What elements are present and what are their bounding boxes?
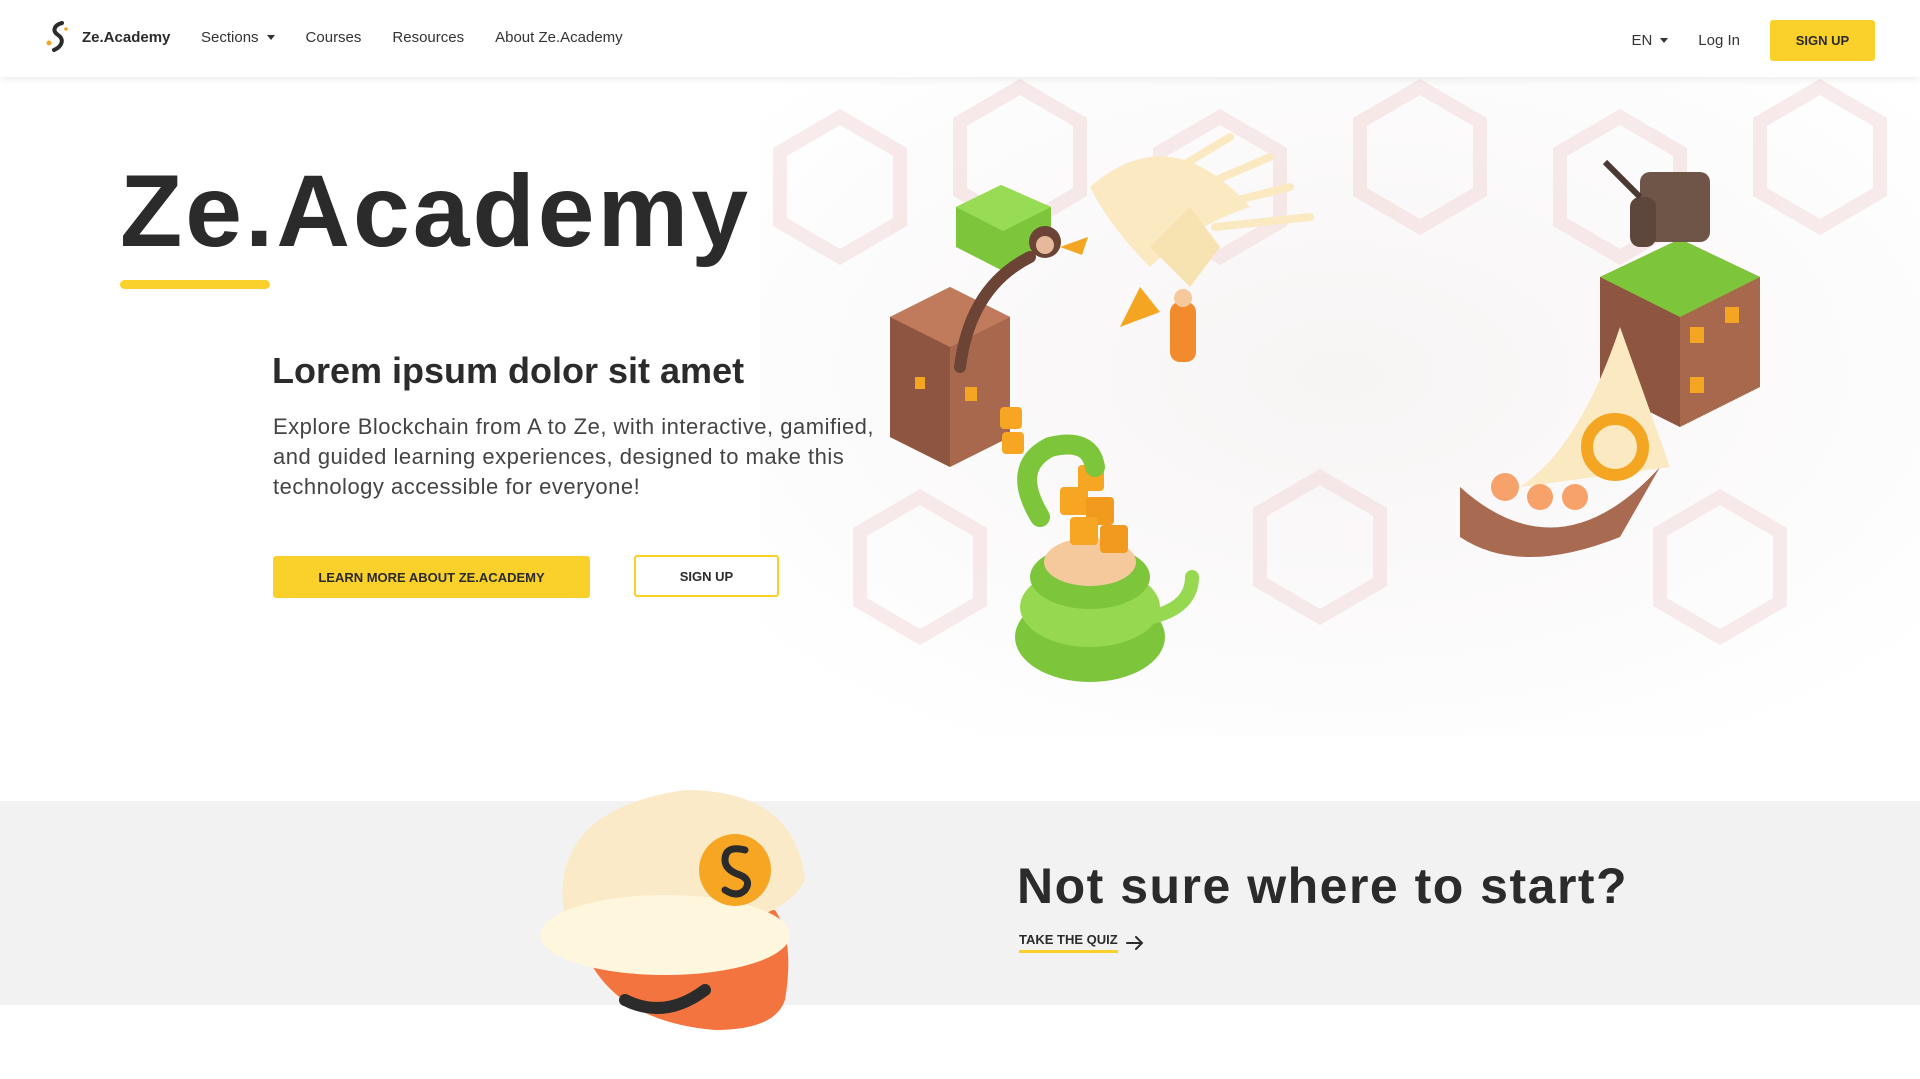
main-menu: Sections Courses Resources About Ze.Acad… bbox=[201, 29, 623, 46]
chevron-down-icon bbox=[266, 35, 275, 40]
nav-resources-label: Resources bbox=[392, 29, 465, 46]
hero-description: Explore Blockchain from A to Ze, with in… bbox=[273, 414, 875, 499]
take-quiz-link[interactable]: TAKE THE QUIZ bbox=[1019, 932, 1144, 953]
title-underline bbox=[120, 280, 270, 289]
nav-courses-label: Courses bbox=[305, 29, 362, 46]
section2-title: Not sure where to start? bbox=[1017, 858, 1629, 914]
nav-resources[interactable]: Resources bbox=[392, 29, 464, 46]
arrow-right-icon bbox=[1125, 935, 1144, 950]
nav-about-label: About Ze.Academy bbox=[495, 29, 623, 46]
nav-actions: EN Log In SIGN UP bbox=[1631, 20, 1875, 61]
hero-title: Ze.Academy bbox=[120, 154, 751, 268]
nav-signup-button[interactable]: SIGN UP bbox=[1770, 20, 1875, 61]
nav-sections-label: Sections bbox=[201, 29, 259, 46]
language-selector[interactable]: EN bbox=[1631, 32, 1669, 49]
learn-more-button[interactable]: LEARN MORE ABOUT ZE.ACADEMY bbox=[273, 556, 590, 598]
top-nav: Ze.Academy Sections Courses Resources Ab… bbox=[0, 0, 1920, 77]
hero-signup-button[interactable]: SIGN UP bbox=[634, 555, 779, 597]
nav-sections[interactable]: Sections bbox=[201, 29, 275, 46]
hardhat-character bbox=[505, 770, 825, 1040]
nav-courses[interactable]: Courses bbox=[306, 29, 362, 46]
hero-subtitle: Lorem ipsum dolor sit amet bbox=[272, 350, 745, 391]
chevron-down-icon bbox=[1660, 38, 1669, 43]
quiz-section bbox=[0, 801, 1920, 1005]
hardhat-character-icon bbox=[540, 790, 805, 1030]
login-link[interactable]: Log In bbox=[1698, 32, 1740, 49]
nav-about[interactable]: About Ze.Academy bbox=[495, 29, 623, 46]
language-label: EN bbox=[1631, 32, 1653, 49]
isometric-scene-icon bbox=[760, 77, 1920, 737]
hero-illustration bbox=[760, 77, 1920, 737]
ze-academy-logo-icon bbox=[46, 21, 68, 52]
brand-logo[interactable]: Ze.Academy bbox=[44, 20, 170, 54]
take-quiz-label: TAKE THE QUIZ bbox=[1019, 932, 1118, 953]
brand-name: Ze.Academy bbox=[82, 28, 171, 46]
